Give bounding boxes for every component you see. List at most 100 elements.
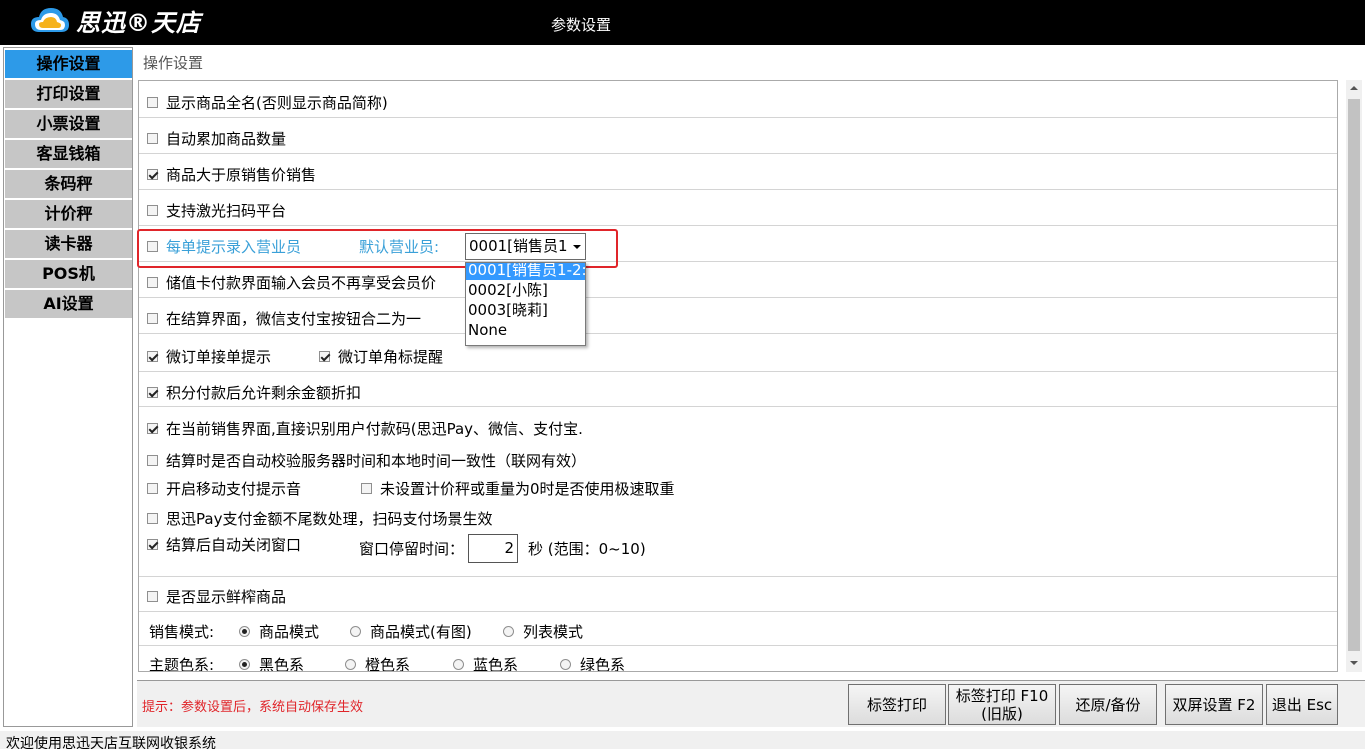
auto-close-option[interactable]: 结算后自动关闭窗口 (147, 534, 301, 555)
laser-scan-checkbox[interactable] (147, 205, 158, 216)
merge-pay-checkbox[interactable] (147, 313, 158, 324)
settings-row: 微订单接单提示 微订单角标提醒 (139, 334, 1337, 372)
theme-blue-radio[interactable]: 蓝色系 (453, 654, 519, 672)
stored-card-label: 储值卡付款界面输入会员不再享受会员价 (166, 274, 437, 292)
mobile-pay-sound-option[interactable]: 开启移动支付提示音 (147, 478, 301, 499)
scroll-thumb[interactable] (1348, 99, 1360, 651)
theme-color-label: 主题色系: (149, 656, 215, 672)
sidebar-item-pricing-scale[interactable]: 计价秤 (5, 200, 132, 228)
sidebar-item-card-reader[interactable]: 读卡器 (5, 230, 132, 258)
wechat-order-badge-option[interactable]: 微订单角标提醒 (319, 346, 443, 367)
sidebar-item-pos[interactable]: POS机 (5, 260, 132, 288)
points-discount-label: 积分付款后允许剩余金额折扣 (166, 384, 362, 402)
radio-button[interactable] (503, 626, 514, 637)
sales-mode-goods-image-radio[interactable]: 商品模式(有图) (350, 621, 472, 642)
radio-label: 商品模式(有图) (370, 623, 472, 641)
exit-button[interactable]: 退出 Esc (1266, 684, 1338, 725)
settings-row: 主题色系: 黑色系 橙色系 蓝色系 绿色系 (139, 646, 1337, 672)
stored-card-checkbox[interactable] (147, 277, 158, 288)
fresh-juice-checkbox[interactable] (147, 591, 158, 602)
theme-green-radio[interactable]: 绿色系 (560, 654, 625, 671)
sidebar-item-print[interactable]: 打印设置 (5, 80, 132, 108)
theme-black-radio[interactable]: 黑色系 (239, 654, 304, 671)
merge-pay-option[interactable]: 在结算界面，微信支付宝按钮合二为一 (147, 308, 421, 329)
fast-weigh-checkbox[interactable] (361, 483, 372, 494)
title-bar: 思迅®天店 参数设置 (0, 0, 1365, 45)
full-name-checkbox[interactable] (147, 97, 158, 108)
radio-button[interactable] (345, 659, 356, 670)
settings-row: 显示商品全名(否则显示商品简称) (139, 81, 1337, 118)
radio-label: 橙色系 (365, 656, 411, 672)
points-discount-checkbox[interactable] (147, 387, 158, 398)
wechat-order-prompt-option[interactable]: 微订单接单提示 (147, 346, 271, 367)
radio-button[interactable] (350, 626, 361, 637)
dual-screen-button[interactable]: 双屏设置 F2 (1165, 684, 1263, 725)
auto-accumulate-checkbox[interactable] (147, 133, 158, 144)
wechat-order-badge-checkbox[interactable] (319, 351, 330, 362)
restore-backup-button[interactable]: 还原/备份 (1059, 684, 1157, 725)
auto-accumulate-label: 自动累加商品数量 (166, 130, 287, 148)
radio-button[interactable] (239, 626, 250, 637)
sales-mode-list-radio[interactable]: 列表模式 (503, 621, 583, 642)
fresh-juice-option[interactable]: 是否显示鲜榨商品 (147, 586, 286, 607)
label-print-old-button[interactable]: 标签打印 F10 (旧版) (948, 684, 1056, 725)
sidebar-item-barcode-scale[interactable]: 条码秤 (5, 170, 132, 198)
above-price-checkbox[interactable] (147, 169, 158, 180)
verify-time-option[interactable]: 结算时是否自动校验服务器时间和本地时间一致性（联网有效） (147, 450, 586, 471)
above-price-option[interactable]: 商品大于原销售价销售 (147, 164, 316, 185)
mobile-pay-sound-checkbox[interactable] (147, 483, 158, 494)
fresh-juice-label: 是否显示鲜榨商品 (166, 588, 287, 606)
vertical-scrollbar[interactable] (1346, 80, 1362, 672)
merge-pay-label: 在结算界面，微信支付宝按钮合二为一 (166, 310, 422, 328)
default-clerk-select[interactable]: 0001[销售员1 (465, 233, 586, 260)
stay-time-group: 窗口停留时间： 2 秒 (范围：0~10) (359, 534, 646, 563)
recognize-pay-code-checkbox[interactable] (147, 423, 158, 434)
dropdown-option[interactable]: 0002[小陈] (466, 280, 585, 300)
mobile-pay-sound-label: 开启移动支付提示音 (166, 480, 302, 498)
auto-close-checkbox[interactable] (147, 539, 158, 550)
verify-time-checkbox[interactable] (147, 455, 158, 466)
no-rounding-option[interactable]: 思迅Pay支付金额不尾数处理，扫码支付场景生效 (147, 508, 492, 529)
sidebar-item-customer-display[interactable]: 客显钱箱 (5, 140, 132, 168)
stored-card-option[interactable]: 储值卡付款界面输入会员不再享受会员价 (147, 272, 436, 293)
radio-button[interactable] (453, 659, 464, 670)
wechat-order-prompt-checkbox[interactable] (147, 351, 158, 362)
bottom-bar: 提示：参数设置后，系统自动保存生效 标签打印 标签打印 F10 (旧版) 还原/… (137, 680, 1365, 727)
sidebar-item-operation[interactable]: 操作设置 (5, 50, 132, 78)
points-discount-option[interactable]: 积分付款后允许剩余金额折扣 (147, 382, 361, 403)
settings-row: 自动累加商品数量 (139, 118, 1337, 154)
scroll-down-icon[interactable] (1346, 655, 1362, 672)
radio-button[interactable] (560, 659, 571, 670)
auto-accumulate-option[interactable]: 自动累加商品数量 (147, 128, 286, 149)
radio-label: 蓝色系 (473, 656, 519, 672)
settings-panel: 显示商品全名(否则显示商品简称) 自动累加商品数量 商品大于原销售价销售 支持激… (138, 80, 1338, 672)
recognize-pay-code-option[interactable]: 在当前销售界面,直接识别用户付款码(思迅Pay、微信、支付宝. (147, 418, 583, 439)
verify-time-label: 结算时是否自动校验服务器时间和本地时间一致性（联网有效） (166, 452, 587, 470)
sales-mode-goods-radio[interactable]: 商品模式 (239, 621, 319, 642)
label-print-button[interactable]: 标签打印 (848, 684, 946, 725)
no-rounding-checkbox[interactable] (147, 513, 158, 524)
laser-scan-option[interactable]: 支持激光扫码平台 (147, 200, 286, 221)
default-clerk-value: 0001[销售员1 (469, 237, 568, 255)
stay-time-label: 窗口停留时间： (359, 540, 465, 558)
settings-row: 是否显示鲜榨商品 (139, 577, 1337, 612)
radio-button[interactable] (239, 659, 250, 670)
wechat-order-badge-label: 微订单角标提醒 (338, 348, 444, 366)
sidebar-item-ai[interactable]: AI设置 (5, 290, 132, 318)
dropdown-option[interactable]: 0003[晓莉] (466, 300, 585, 320)
stay-time-input[interactable]: 2 (468, 534, 519, 563)
status-bar: 欢迎使用思迅天店互联网收银系统 (0, 731, 1365, 749)
sidebar: 操作设置 打印设置 小票设置 客显钱箱 条码秤 计价秤 读卡器 POS机 AI设… (3, 47, 133, 727)
scroll-up-icon[interactable] (1346, 80, 1362, 97)
settings-row: 商品大于原销售价销售 (139, 154, 1337, 190)
fast-weigh-option[interactable]: 未设置计价秤或重量为0时是否使用极速取重 (361, 478, 675, 499)
theme-orange-radio[interactable]: 橙色系 (345, 654, 411, 672)
sidebar-item-receipt[interactable]: 小票设置 (5, 110, 132, 138)
dropdown-option[interactable]: 0001[销售员1-2: (466, 263, 585, 280)
window-title: 参数设置 (550, 16, 611, 34)
full-name-option[interactable]: 显示商品全名(否则显示商品简称) (147, 92, 388, 113)
radio-label: 列表模式 (523, 623, 584, 641)
section-title: 操作设置 (143, 54, 204, 72)
dropdown-option[interactable]: None (466, 320, 585, 340)
settings-row: 销售模式: 商品模式 商品模式(有图) 列表模式 (139, 612, 1337, 646)
